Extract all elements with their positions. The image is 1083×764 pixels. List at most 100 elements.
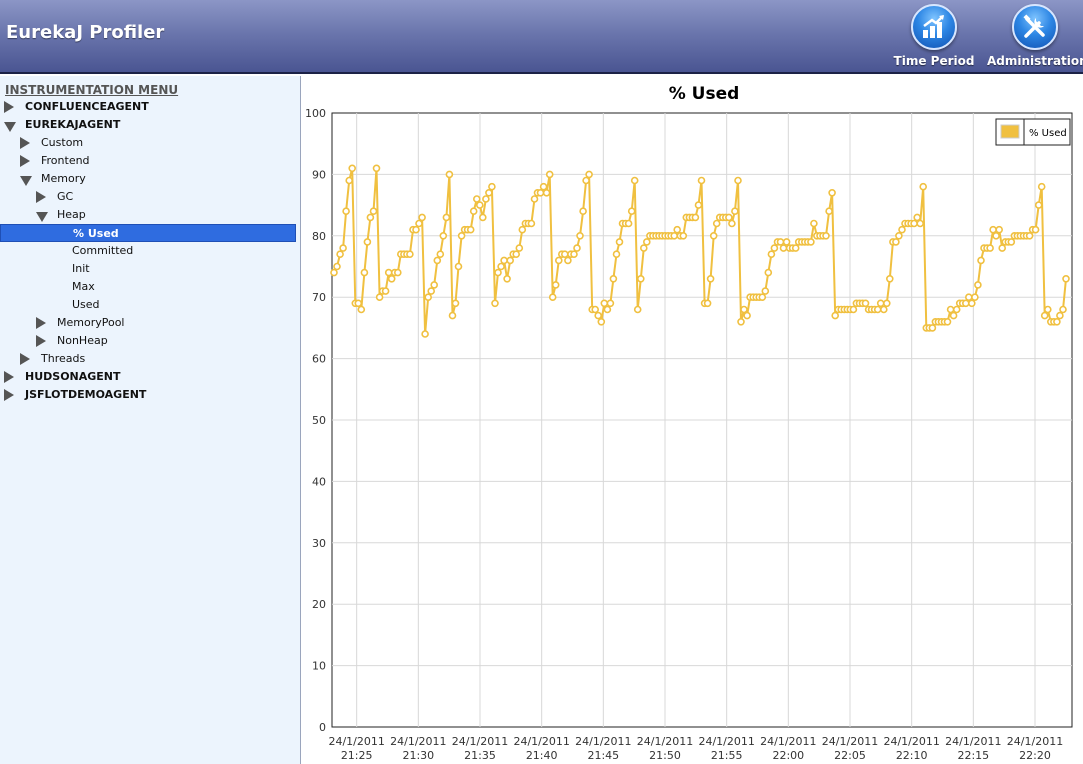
collapsed-arrow-icon[interactable]: [4, 371, 14, 383]
collapsed-arrow-icon[interactable]: [36, 335, 46, 347]
tree-item-label: JSFLOTDEMOAGENT: [25, 388, 147, 401]
data-point: [964, 293, 973, 301]
collapsed-arrow-icon[interactable]: [36, 191, 46, 203]
data-point: [457, 232, 466, 240]
data-point: [479, 213, 487, 222]
data-point: [336, 250, 344, 258]
data-point: [703, 299, 712, 308]
data-point: [892, 238, 900, 246]
tree-item-memory[interactable]: Memory: [0, 170, 296, 188]
tree-item-confluenceagent[interactable]: CONFLUENCEAGENT: [0, 98, 296, 116]
tree-item-jsflotdemoagent[interactable]: JSFLOTDEMOAGENT: [0, 386, 296, 404]
data-point: [992, 232, 1000, 240]
tree-item-label: MemoryPool: [57, 316, 125, 329]
data-point: [767, 250, 776, 258]
data-point: [758, 293, 767, 301]
tree-item-threads[interactable]: Threads: [0, 350, 296, 368]
data-point: [442, 213, 451, 222]
data-point: [469, 207, 478, 215]
app-title: EurekaJ Profiler: [6, 22, 165, 43]
data-point: [548, 293, 557, 301]
data-point: [564, 256, 572, 265]
tree-item-nonheap[interactable]: NonHeap: [0, 332, 296, 350]
data-point: [706, 275, 715, 283]
collapsed-arrow-icon[interactable]: [36, 317, 46, 329]
tree-item-eurekajagent[interactable]: EUREKAJAGENT: [0, 116, 296, 134]
data-point: [1040, 311, 1049, 320]
tree-item-committed[interactable]: Committed: [0, 242, 296, 260]
data-point: [433, 256, 442, 265]
data-point: [731, 207, 739, 215]
tree-item-custom[interactable]: Custom: [0, 134, 296, 152]
y-tick-label: 40: [312, 475, 326, 488]
tree-item-used[interactable]: Used: [0, 296, 296, 314]
x-tick-date-label: 24/1/2011: [1007, 735, 1063, 748]
chart-title: % Used: [669, 84, 740, 104]
collapsed-arrow-icon[interactable]: [20, 137, 30, 149]
data-point: [518, 225, 527, 234]
tree-item-label: Custom: [41, 136, 84, 149]
data-point: [439, 232, 448, 240]
collapsed-arrow-icon[interactable]: [4, 389, 14, 401]
data-point: [515, 244, 524, 252]
tree-item-label: Heap: [57, 208, 86, 221]
data-point: [694, 201, 703, 209]
data-point: [415, 219, 423, 228]
tree-item-frontend[interactable]: Frontend: [0, 152, 296, 170]
data-point: [810, 219, 818, 228]
collapsed-arrow-icon[interactable]: [20, 155, 30, 167]
data-point: [485, 189, 493, 197]
data-point: [394, 268, 402, 277]
data-point: [488, 182, 496, 191]
data-point: [551, 281, 560, 289]
administration-button[interactable]: Administration: [987, 2, 1083, 72]
data-point: [709, 232, 718, 240]
data-point: [967, 299, 976, 308]
data-point: [333, 262, 341, 271]
collapsed-arrow-icon[interactable]: [4, 101, 14, 113]
tree-item-hudsonagent[interactable]: HUDSONAGENT: [0, 368, 296, 386]
x-tick-time-label: 21:30: [402, 749, 434, 762]
data-point: [849, 305, 858, 314]
x-tick-time-label: 21:35: [464, 749, 496, 762]
data-point: [542, 189, 551, 197]
data-point: [491, 299, 499, 308]
expanded-arrow-icon[interactable]: [4, 122, 16, 132]
x-tick-date-label: 24/1/2011: [760, 735, 816, 748]
data-point: [916, 219, 925, 228]
tree-item-memorypool[interactable]: MemoryPool: [0, 314, 296, 332]
data-point: [384, 268, 393, 277]
data-point: [1059, 305, 1067, 314]
data-point: [500, 256, 508, 265]
tree-item-used[interactable]: % Used: [0, 224, 296, 242]
tree-item-max[interactable]: Max: [0, 278, 296, 296]
x-tick-time-label: 22:10: [896, 749, 928, 762]
data-point: [1053, 318, 1061, 326]
data-point: [624, 219, 633, 228]
data-point: [1043, 305, 1052, 314]
data-point: [503, 275, 511, 283]
data-point: [406, 250, 414, 258]
y-tick-label: 90: [312, 168, 326, 181]
x-tick-date-label: 24/1/2011: [698, 735, 754, 748]
x-tick-date-label: 24/1/2011: [513, 735, 569, 748]
data-point: [1007, 238, 1016, 246]
data-point: [807, 238, 815, 246]
data-point: [974, 281, 982, 289]
data-point: [712, 219, 721, 228]
data-point: [697, 176, 706, 185]
tree-item-label: Max: [72, 280, 95, 293]
data-point: [952, 305, 961, 314]
y-tick-label: 30: [312, 537, 326, 550]
tree-item-heap[interactable]: Heap: [0, 206, 296, 224]
expanded-arrow-icon[interactable]: [20, 176, 32, 186]
time-period-button[interactable]: Time Period: [886, 2, 982, 72]
tree-item-init[interactable]: Init: [0, 260, 296, 278]
expanded-arrow-icon[interactable]: [36, 212, 48, 222]
data-point: [591, 305, 600, 314]
data-point: [725, 213, 733, 222]
tree-item-gc[interactable]: GC: [0, 188, 296, 206]
x-tick-time-label: 21:25: [341, 749, 373, 762]
data-point: [1031, 225, 1040, 234]
collapsed-arrow-icon[interactable]: [20, 353, 30, 365]
